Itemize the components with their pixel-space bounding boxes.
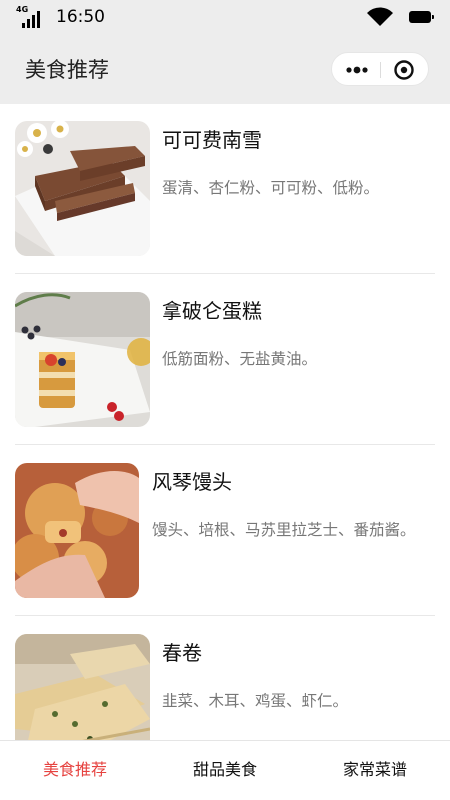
item-desc: 低筋面粉、无盐黄油。: [162, 350, 318, 368]
more-icon[interactable]: [342, 60, 372, 80]
food-list: 可可费南雪 蛋清、杏仁粉、可可粉、低粉。 拿破仑蛋糕 低筋面粉、无盐黄油。 风琴…: [0, 104, 450, 740]
tab-desserts[interactable]: 甜品美食: [150, 741, 300, 800]
list-item[interactable]: 春卷 韭菜、木耳、鸡蛋、虾仁。: [15, 617, 435, 740]
item-desc: 蛋清、杏仁粉、可可粉、低粉。: [162, 179, 380, 197]
tab-home-recipes[interactable]: 家常菜谱: [300, 741, 450, 800]
accordion-bun-photo: [15, 463, 139, 598]
capsule-divider: [380, 62, 381, 78]
wifi-icon: [366, 7, 394, 27]
item-desc: 馒头、培根、马苏里拉芝士、番茄酱。: [152, 521, 416, 539]
nav-bar: 美食推荐: [0, 34, 450, 104]
battery-icon: [409, 11, 434, 23]
close-icon[interactable]: [392, 58, 416, 82]
mini-program-capsule: [331, 52, 429, 86]
page-title: 美食推荐: [25, 58, 109, 82]
app-screen: 4G 16:50 美食推荐 可可费南雪 蛋清、杏仁粉、可可粉、低粉。 拿破仑蛋糕…: [0, 0, 450, 800]
status-time: 16:50: [56, 7, 105, 27]
network-type: 4G: [16, 5, 29, 14]
list-item[interactable]: 可可费南雪 蛋清、杏仁粉、可可粉、低粉。: [15, 104, 435, 274]
list-item[interactable]: 拿破仑蛋糕 低筋面粉、无盐黄油。: [15, 275, 435, 445]
list-item[interactable]: 风琴馒头 馒头、培根、马苏里拉芝士、番茄酱。: [15, 446, 435, 616]
divider: [15, 615, 435, 616]
item-title: 风琴馒头: [152, 470, 232, 494]
item-title: 拿破仑蛋糕: [162, 299, 262, 323]
item-title: 可可费南雪: [162, 128, 262, 152]
tab-food-recommend[interactable]: 美食推荐: [0, 741, 150, 800]
divider: [15, 444, 435, 445]
item-desc: 韭菜、木耳、鸡蛋、虾仁。: [162, 692, 349, 710]
napoleon-cake-photo: [15, 292, 150, 427]
spring-roll-photo: [15, 634, 150, 740]
item-title: 春卷: [162, 641, 202, 665]
status-bar: 4G 16:50: [0, 0, 450, 34]
tab-bar: 美食推荐 甜品美食 家常菜谱: [0, 740, 450, 800]
divider: [15, 273, 435, 274]
signal-icon: 4G: [16, 5, 42, 28]
cocoa-financier-photo: [15, 121, 150, 256]
